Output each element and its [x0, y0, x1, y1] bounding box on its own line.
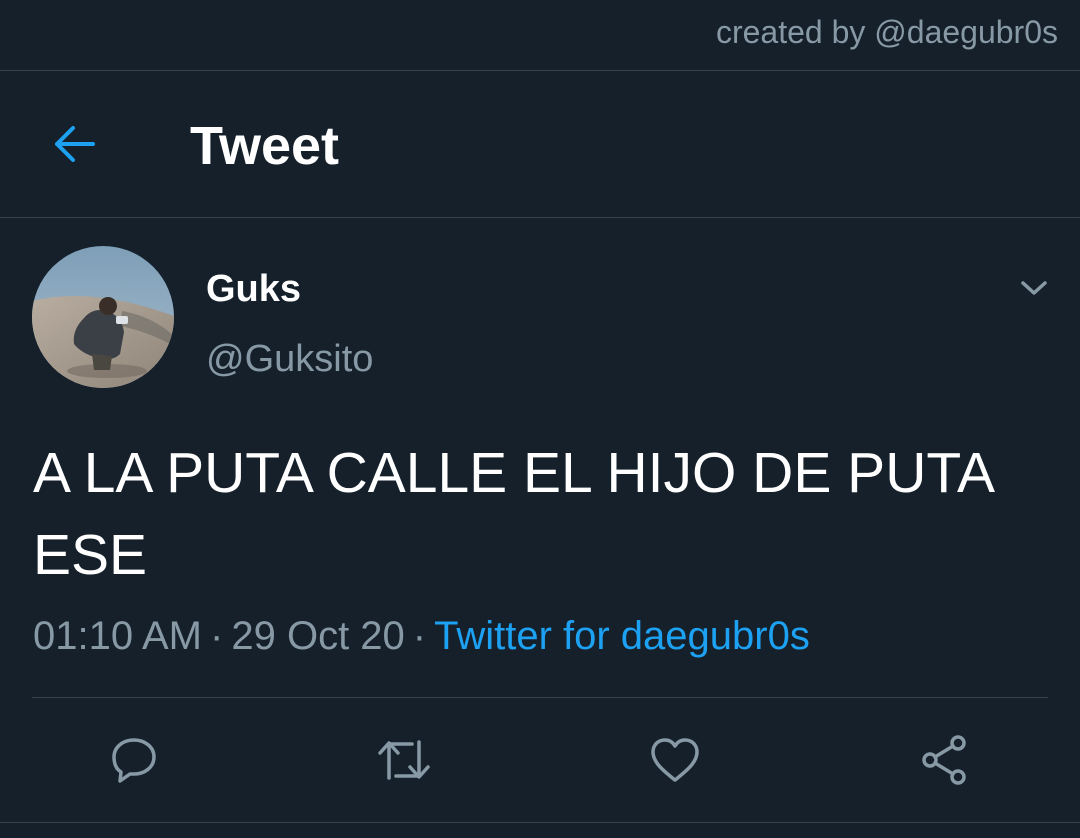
- back-button[interactable]: [44, 114, 104, 174]
- credit-bar: created by @daegubr0s: [0, 0, 1080, 71]
- header-bar: Tweet: [0, 71, 1080, 218]
- tweet-metadata: 01:10 AM · 29 Oct 20 · Twitter for daegubr0s: [33, 614, 810, 659]
- author-display-name[interactable]: Guks: [206, 268, 301, 311]
- meta-separator: ·: [412, 614, 427, 658]
- author-handle[interactable]: @Guksito: [206, 338, 373, 381]
- more-options-button[interactable]: [1014, 268, 1054, 308]
- credit-text: created by @daegubr0s: [715, 14, 1058, 50]
- avatar[interactable]: [32, 246, 174, 388]
- heart-icon: [651, 738, 699, 782]
- chevron-down-icon: [1021, 281, 1047, 295]
- tweet-source-link[interactable]: Twitter for daegubr0s: [434, 614, 810, 658]
- share-button[interactable]: [917, 732, 973, 788]
- reply-button[interactable]: [106, 732, 162, 788]
- tweet-text: A LA PUTA CALLE EL HIJO DE PUTA ESE: [33, 441, 992, 587]
- share-icon: [922, 735, 966, 785]
- tweet-date: 29 Oct 20: [231, 614, 405, 658]
- retweet-icon: [378, 740, 430, 780]
- divider: [32, 697, 1048, 698]
- action-bar: [0, 732, 1080, 788]
- page-title: Tweet: [190, 116, 340, 176]
- meta-separator: ·: [210, 614, 224, 658]
- tweet-time: 01:10 AM: [33, 614, 203, 658]
- divider: [0, 822, 1080, 823]
- like-button[interactable]: [647, 732, 703, 788]
- retweet-button[interactable]: [376, 732, 432, 788]
- tweet-page: created by @daegubr0s Tweet Guks @Guksit…: [0, 0, 1080, 838]
- arrow-left-icon: [55, 126, 95, 162]
- reply-icon: [112, 738, 156, 783]
